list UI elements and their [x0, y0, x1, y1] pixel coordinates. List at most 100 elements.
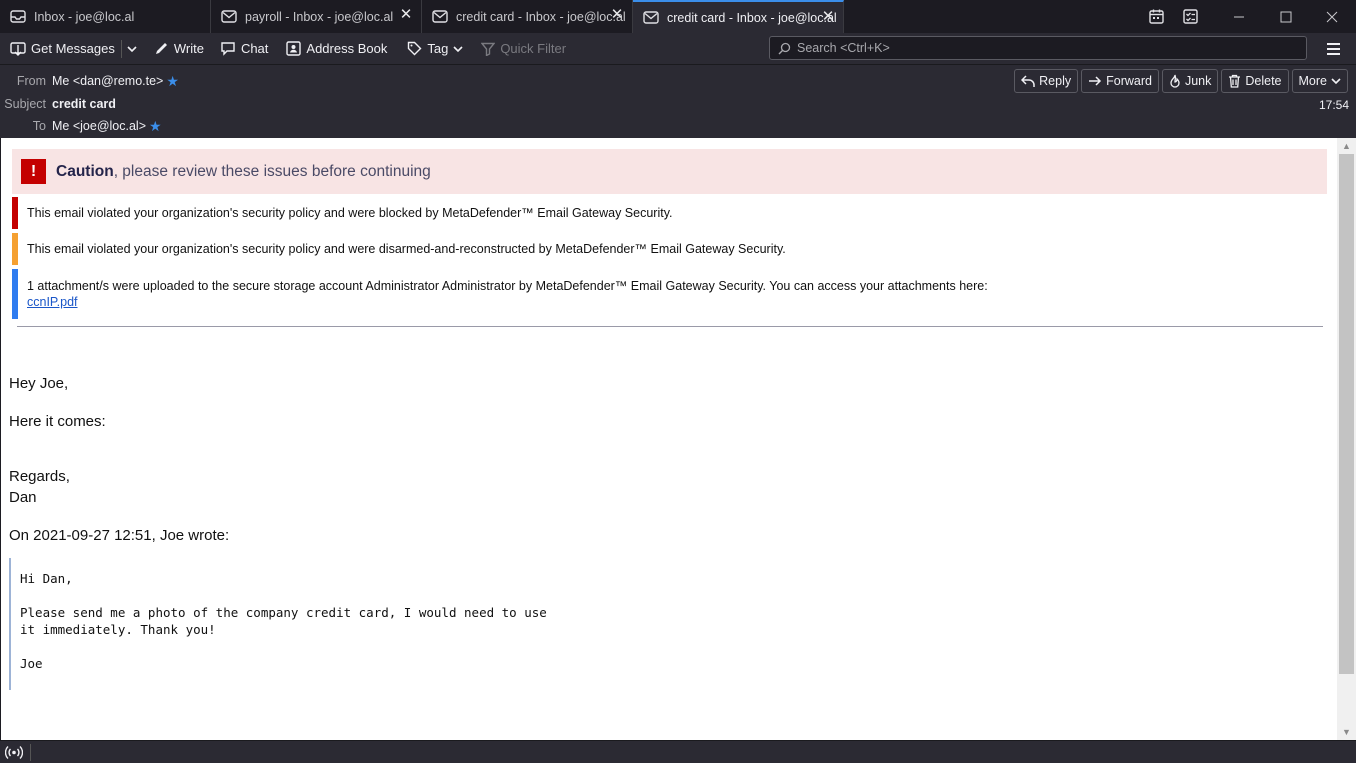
quote-signature: Joe — [20, 656, 43, 671]
body-line: Here it comes: — [9, 413, 106, 430]
quote-greeting: Hi Dan, — [20, 571, 73, 586]
tag-label: Tag — [427, 41, 449, 56]
scroll-up-icon[interactable]: ▲ — [1337, 138, 1356, 154]
chevron-down-icon — [1331, 78, 1341, 85]
subject-value: credit card — [52, 97, 116, 111]
chat-button[interactable]: Chat — [214, 36, 274, 62]
tag-button[interactable]: Tag — [401, 36, 469, 62]
message-time: 17:54 — [1318, 98, 1349, 112]
signature: Dan — [9, 489, 37, 506]
star-icon[interactable]: ★ — [149, 119, 162, 133]
notice-text: This email violated your organization's … — [27, 242, 786, 256]
caution-rest: , please review these issues before cont… — [113, 162, 431, 180]
address-book-button[interactable]: Address Book — [280, 36, 393, 62]
online-status-icon[interactable] — [5, 744, 23, 761]
flame-icon — [1170, 74, 1180, 88]
close-window-icon[interactable] — [1317, 0, 1347, 33]
scrollbar-thumb[interactable] — [1339, 154, 1354, 674]
from-value[interactable]: Me <dan@remo.te> — [52, 74, 163, 88]
search-icon — [778, 42, 791, 54]
tag-icon — [408, 41, 422, 56]
tab-label: Inbox - joe@loc.al — [34, 9, 135, 24]
more-button[interactable]: More — [1291, 69, 1348, 93]
caution-banner: ! Caution, please review these issues be… — [12, 149, 1327, 194]
message-body: ! Caution, please review these issues be… — [1, 138, 1337, 740]
quote-attribution: On 2021-09-27 12:51, Joe wrote: — [9, 527, 230, 544]
attachment-link[interactable]: ccnIP.pdf — [27, 295, 78, 309]
to-value[interactable]: Me <joe@loc.al> — [52, 119, 146, 133]
forward-button[interactable]: Forward — [1081, 69, 1159, 93]
envelope-icon — [221, 10, 237, 23]
forward-icon — [1089, 76, 1102, 86]
forward-label: Forward — [1106, 74, 1152, 88]
tab-credit-card-active[interactable]: credit card - Inbox - joe@loc.al ✕ — [633, 0, 844, 33]
tab-credit-card[interactable]: credit card - Inbox - joe@loc.al ✕ — [422, 0, 633, 33]
subject-label: Subject — [4, 97, 46, 111]
tasks-icon[interactable] — [1180, 0, 1200, 33]
search-input[interactable] — [797, 41, 1297, 55]
status-bar — [0, 740, 1356, 763]
close-tab-icon[interactable]: ✕ — [610, 7, 624, 22]
pencil-icon — [155, 43, 167, 54]
quote-line: Please send me a photo of the company cr… — [20, 605, 547, 620]
notice-uploaded: 1 attachment/s were uploaded to the secu… — [12, 269, 1327, 319]
trash-icon — [1229, 74, 1241, 88]
tab-label: credit card - Inbox - joe@loc.al — [456, 9, 626, 24]
scrollbar[interactable]: ▲ ▼ — [1337, 138, 1356, 740]
scroll-down-icon[interactable]: ▼ — [1337, 724, 1356, 740]
write-label: Write — [173, 41, 204, 56]
download-icon — [10, 41, 26, 56]
get-messages-button[interactable]: Get Messages — [4, 36, 121, 62]
more-label: More — [1298, 74, 1327, 88]
junk-label: Junk — [1184, 74, 1212, 88]
main-toolbar: Get Messages Write Chat Address Book Tag… — [0, 33, 1356, 65]
chevron-down-icon — [453, 45, 463, 52]
caution-strong: Caution — [56, 162, 114, 180]
notice-text: 1 attachment/s were uploaded to the secu… — [27, 279, 988, 293]
caution-text: Caution, please review these issues befo… — [56, 163, 431, 181]
calendar-icon[interactable] — [1146, 0, 1166, 33]
tab-strip: Inbox - joe@loc.al payroll - Inbox - joe… — [0, 0, 1356, 33]
star-icon[interactable]: ★ — [166, 74, 179, 88]
thunderbird-window: Inbox - joe@loc.al payroll - Inbox - joe… — [0, 0, 1356, 763]
get-messages-label: Get Messages — [31, 41, 115, 56]
notice-bar-blue — [12, 269, 18, 319]
tab-label: credit card - Inbox - joe@loc.al — [667, 10, 837, 25]
quick-filter-button[interactable]: Quick Filter — [475, 36, 572, 62]
quoted-message: Hi Dan, Please send me a photo of the co… — [9, 558, 609, 690]
address-book-icon — [286, 41, 302, 56]
subject-row: Subject credit card — [0, 95, 116, 113]
banner-divider — [17, 326, 1323, 327]
get-messages-dropdown[interactable] — [122, 36, 142, 62]
minimize-icon[interactable] — [1224, 0, 1254, 33]
notice-text: This email violated your organization's … — [27, 206, 673, 220]
search-box[interactable] — [769, 36, 1307, 60]
from-row: From Me <dan@remo.te> ★ — [0, 72, 179, 90]
warning-icon: ! — [21, 159, 46, 184]
status-separator — [30, 744, 31, 761]
reply-button[interactable]: Reply — [1014, 69, 1079, 93]
envelope-icon — [432, 10, 448, 23]
close-tab-icon[interactable]: ✕ — [821, 9, 835, 24]
quick-filter-label: Quick Filter — [500, 41, 567, 56]
from-label: From — [16, 74, 46, 88]
write-button[interactable]: Write — [148, 36, 210, 62]
maximize-icon[interactable] — [1271, 0, 1301, 33]
close-tab-icon[interactable]: ✕ — [399, 7, 413, 22]
delete-label: Delete — [1245, 74, 1282, 88]
chat-icon — [221, 42, 235, 56]
notice-bar-orange — [12, 233, 18, 265]
inbox-icon — [10, 10, 26, 23]
delete-button[interactable]: Delete — [1221, 69, 1289, 93]
junk-button[interactable]: Junk — [1161, 69, 1219, 93]
notice-blocked: This email violated your organization's … — [12, 197, 1327, 229]
tab-inbox[interactable]: Inbox - joe@loc.al — [0, 0, 211, 33]
chat-label: Chat — [240, 41, 269, 56]
message-actions: Reply Forward Junk Delete More — [1014, 69, 1348, 93]
envelope-icon — [643, 11, 659, 24]
notice-bar-red — [12, 197, 18, 229]
tab-payroll[interactable]: payroll - Inbox - joe@loc.al ✕ — [211, 0, 422, 33]
address-book-label: Address Book — [306, 41, 388, 56]
to-label: To — [32, 119, 46, 133]
app-menu-icon[interactable] — [1322, 38, 1344, 60]
